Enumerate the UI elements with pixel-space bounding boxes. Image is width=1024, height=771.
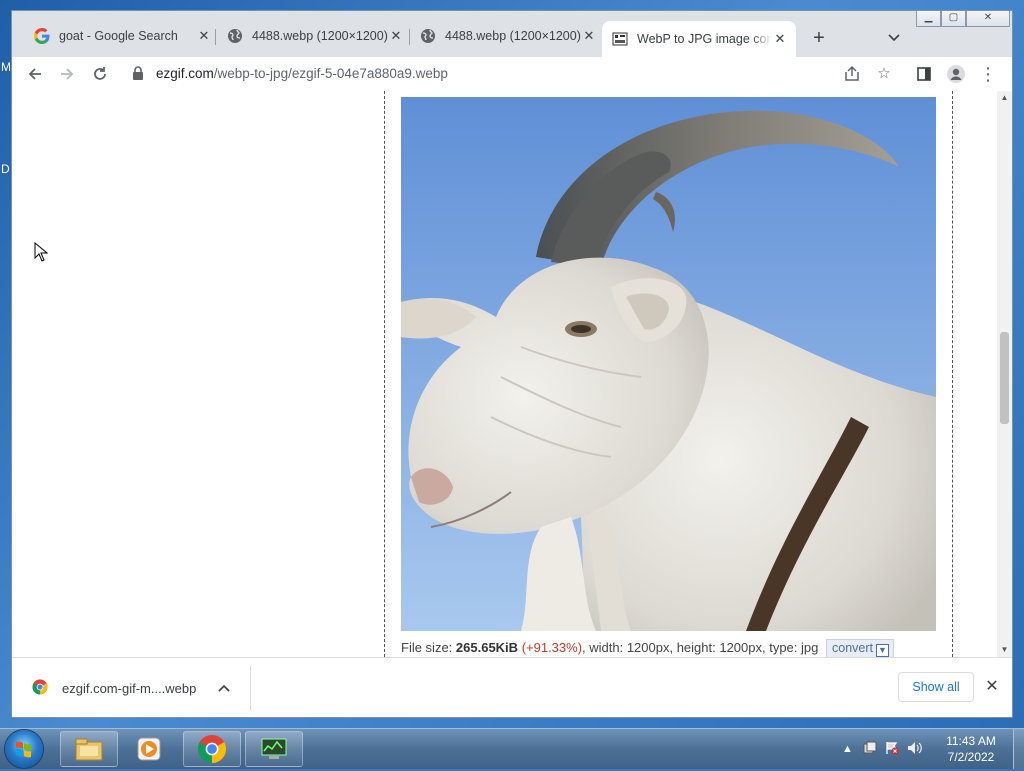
scrollbar-thumb[interactable] xyxy=(1000,332,1009,424)
tab-strip: goat - Google Search ✕ 4488.webp (1200×1… xyxy=(12,11,1012,57)
url-path: /webp-to-jpg/ezgif-5-04e7a880a9.webp xyxy=(213,66,448,81)
side-panel-icon[interactable] xyxy=(911,61,937,87)
download-filename: ezgif.com-gif-m....webp xyxy=(62,680,197,696)
page-scrollbar[interactable]: ▲ ▼ xyxy=(997,91,1012,657)
file-size-value: 265.65KiB xyxy=(455,640,519,655)
tab-title: WebP to JPG image converter xyxy=(637,32,772,46)
start-button[interactable] xyxy=(5,730,43,768)
volume-icon[interactable] xyxy=(907,741,923,758)
clock-time: 11:43 AM xyxy=(946,734,996,748)
convert-button[interactable]: convert ▼ xyxy=(826,639,894,657)
tray-expand-icon[interactable]: ▲ xyxy=(842,743,853,755)
system-tray: ▲ xyxy=(842,729,923,769)
tab-title: goat - Google Search xyxy=(59,29,178,43)
close-download-shelf-icon[interactable]: ✕ xyxy=(982,676,1002,698)
close-tab-icon[interactable]: ✕ xyxy=(388,28,404,44)
close-tab-icon[interactable]: ✕ xyxy=(196,28,212,44)
reload-button[interactable] xyxy=(87,61,113,87)
download-arrow-icon: ▼ xyxy=(876,644,889,657)
close-window-button[interactable]: ✕ xyxy=(966,11,1010,27)
url-host: ezgif.com xyxy=(156,66,214,81)
download-shelf: ezgif.com-gif-m....webp Show all ✕ xyxy=(12,657,1012,717)
forward-button[interactable] xyxy=(54,61,80,87)
globe-icon xyxy=(227,28,243,44)
scroll-up-arrow-icon[interactable]: ▲ xyxy=(997,91,1012,105)
url-text: ezgif.com/webp-to-jpg/ezgif-5-04e7a880a9… xyxy=(156,66,448,81)
chevron-up-icon[interactable] xyxy=(218,681,230,695)
file-dimensions: , width: 1200px, height: 1200px, type: j… xyxy=(582,640,819,655)
page-content: File size: 265.65KiB (+91.33%), width: 1… xyxy=(12,91,997,657)
media-player-taskbar-icon[interactable] xyxy=(120,731,178,767)
tab-webp-1[interactable]: 4488.webp (1200×1200) ✕ xyxy=(217,21,412,51)
show-all-button[interactable]: Show all xyxy=(898,672,974,702)
tab-title: 4488.webp (1200×1200) xyxy=(445,29,581,43)
globe-icon xyxy=(420,28,436,44)
chrome-taskbar-icon[interactable] xyxy=(183,731,241,767)
chrome-window: goat - Google Search ✕ 4488.webp (1200×1… xyxy=(12,11,1012,717)
desktop-icon-label: D xyxy=(1,162,10,176)
tab-webp-2[interactable]: 4488.webp (1200×1200) ✕ xyxy=(410,21,605,51)
chrome-file-icon xyxy=(32,679,48,698)
download-separator xyxy=(250,666,251,710)
close-tab-icon[interactable]: ✕ xyxy=(581,28,597,44)
explorer-taskbar-icon[interactable] xyxy=(60,731,118,767)
tab-search-icon[interactable] xyxy=(882,26,906,50)
file-info: File size: 265.65KiB (+91.33%), width: 1… xyxy=(401,639,894,657)
file-size-label: File size: xyxy=(401,640,456,655)
google-icon xyxy=(34,28,50,44)
minimize-button[interactable]: ▁ xyxy=(916,11,941,27)
content-border-left xyxy=(384,91,385,657)
share-icon[interactable] xyxy=(839,61,865,87)
profile-avatar-icon[interactable] xyxy=(943,61,969,87)
browser-toolbar: ezgif.com/webp-to-jpg/ezgif-5-04e7a880a9… xyxy=(12,57,1012,91)
back-button[interactable] xyxy=(22,61,48,87)
taskbar-clock[interactable]: 11:43 AM 7/2/2022 xyxy=(936,733,1006,765)
show-desktop-button[interactable] xyxy=(1013,729,1024,769)
file-size-change: (+91.33%) xyxy=(521,640,583,655)
bookmark-star-icon[interactable]: ☆ xyxy=(871,61,897,87)
mouse-cursor-icon xyxy=(34,241,49,265)
ezgif-icon xyxy=(612,31,628,47)
desktop-icon-label: M xyxy=(1,60,11,74)
window-controls: ▁ ▢ ✕ xyxy=(916,11,1010,29)
tab-google-search[interactable]: goat - Google Search ✕ xyxy=(24,21,220,51)
menu-kebab-icon[interactable]: ⋮ xyxy=(975,61,1001,87)
new-tab-button[interactable]: + xyxy=(807,26,831,50)
content-border-right xyxy=(952,91,953,657)
close-tab-icon[interactable]: ✕ xyxy=(772,31,788,47)
scroll-down-arrow-icon[interactable]: ▼ xyxy=(997,643,1012,657)
maximize-button[interactable]: ▢ xyxy=(941,11,966,27)
tab-title: 4488.webp (1200×1200) xyxy=(252,29,388,43)
download-item[interactable]: ezgif.com-gif-m....webp xyxy=(32,658,230,717)
action-center-flag-icon[interactable] xyxy=(885,741,899,758)
tab-webp-to-jpg[interactable]: WebP to JPG image converter ✕ xyxy=(602,21,796,57)
network-app-taskbar-icon[interactable] xyxy=(245,731,303,767)
windows-taskbar: ▲ 11:43 AM 7/2/2022 xyxy=(0,728,1024,769)
address-bar[interactable]: ezgif.com/webp-to-jpg/ezgif-5-04e7a880a9… xyxy=(122,59,902,89)
output-image-goat[interactable] xyxy=(401,97,936,631)
lock-icon[interactable] xyxy=(132,66,148,82)
clock-date: 7/2/2022 xyxy=(947,750,995,764)
tray-app-icon[interactable] xyxy=(863,741,877,758)
tab-separator xyxy=(215,29,216,45)
convert-label: convert xyxy=(832,641,873,655)
